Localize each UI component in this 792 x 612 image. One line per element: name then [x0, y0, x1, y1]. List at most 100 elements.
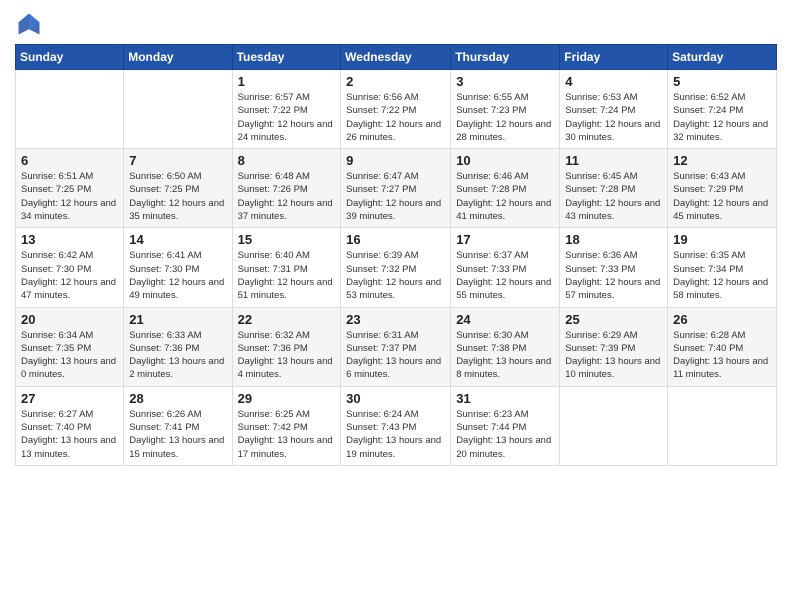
day-detail: Sunrise: 6:37 AM Sunset: 7:33 PM Dayligh…	[456, 249, 554, 302]
calendar-body: 1Sunrise: 6:57 AM Sunset: 7:22 PM Daylig…	[16, 70, 777, 466]
day-detail: Sunrise: 6:31 AM Sunset: 7:37 PM Dayligh…	[346, 329, 445, 382]
weekday-header-row: SundayMondayTuesdayWednesdayThursdayFrid…	[16, 45, 777, 70]
day-number: 30	[346, 391, 445, 406]
day-number: 11	[565, 153, 662, 168]
calendar-cell: 24 Sunrise: 6:30 AM Sunset: 7:38 PM Dayli…	[451, 307, 560, 386]
calendar-cell: 11 Sunrise: 6:45 AM Sunset: 7:28 PM Dayli…	[560, 149, 668, 228]
day-detail: Sunrise: 6:42 AM Sunset: 7:30 PM Dayligh…	[21, 249, 118, 302]
calendar-cell: 16 Sunrise: 6:39 AM Sunset: 7:32 PM Dayli…	[341, 228, 451, 307]
day-number: 25	[565, 312, 662, 327]
weekday-header-thursday: Thursday	[451, 45, 560, 70]
calendar-cell: 31 Sunrise: 6:23 AM Sunset: 7:44 PM Dayli…	[451, 386, 560, 465]
day-detail: Sunrise: 6:29 AM Sunset: 7:39 PM Dayligh…	[565, 329, 662, 382]
day-number: 15	[238, 232, 336, 247]
header	[15, 10, 777, 38]
weekday-header-wednesday: Wednesday	[341, 45, 451, 70]
calendar-week-5: 27 Sunrise: 6:27 AM Sunset: 7:40 PM Dayli…	[16, 386, 777, 465]
day-detail: Sunrise: 6:50 AM Sunset: 7:25 PM Dayligh…	[129, 170, 226, 223]
day-detail: Sunrise: 6:56 AM Sunset: 7:22 PM Dayligh…	[346, 91, 445, 144]
calendar-cell: 19 Sunrise: 6:35 AM Sunset: 7:34 PM Dayli…	[668, 228, 777, 307]
day-detail: Sunrise: 6:35 AM Sunset: 7:34 PM Dayligh…	[673, 249, 771, 302]
calendar-cell: 8 Sunrise: 6:48 AM Sunset: 7:26 PM Daylig…	[232, 149, 341, 228]
calendar-cell: 2 Sunrise: 6:56 AM Sunset: 7:22 PM Daylig…	[341, 70, 451, 149]
day-detail: Sunrise: 6:48 AM Sunset: 7:26 PM Dayligh…	[238, 170, 336, 223]
day-detail: Sunrise: 6:26 AM Sunset: 7:41 PM Dayligh…	[129, 408, 226, 461]
day-number: 2	[346, 74, 445, 89]
weekday-header-saturday: Saturday	[668, 45, 777, 70]
day-number: 24	[456, 312, 554, 327]
day-number: 16	[346, 232, 445, 247]
day-detail: Sunrise: 6:30 AM Sunset: 7:38 PM Dayligh…	[456, 329, 554, 382]
day-number: 8	[238, 153, 336, 168]
calendar-cell	[124, 70, 232, 149]
day-detail: Sunrise: 6:47 AM Sunset: 7:27 PM Dayligh…	[346, 170, 445, 223]
calendar-cell: 6Sunrise: 6:51 AM Sunset: 7:25 PM Daylig…	[16, 149, 124, 228]
day-detail: Sunrise: 6:55 AM Sunset: 7:23 PM Dayligh…	[456, 91, 554, 144]
day-detail: Sunrise: 6:41 AM Sunset: 7:30 PM Dayligh…	[129, 249, 226, 302]
day-detail: Sunrise: 6:39 AM Sunset: 7:32 PM Dayligh…	[346, 249, 445, 302]
day-detail: Sunrise: 6:23 AM Sunset: 7:44 PM Dayligh…	[456, 408, 554, 461]
calendar-cell: 10 Sunrise: 6:46 AM Sunset: 7:28 PM Dayli…	[451, 149, 560, 228]
day-number: 29	[238, 391, 336, 406]
day-detail: Sunrise: 6:27 AM Sunset: 7:40 PM Dayligh…	[21, 408, 118, 461]
calendar-cell: 15 Sunrise: 6:40 AM Sunset: 7:31 PM Dayli…	[232, 228, 341, 307]
day-detail: Sunrise: 6:53 AM Sunset: 7:24 PM Dayligh…	[565, 91, 662, 144]
day-number: 12	[673, 153, 771, 168]
calendar-cell: 18Sunrise: 6:36 AM Sunset: 7:33 PM Dayli…	[560, 228, 668, 307]
calendar-cell: 1Sunrise: 6:57 AM Sunset: 7:22 PM Daylig…	[232, 70, 341, 149]
calendar-cell: 27 Sunrise: 6:27 AM Sunset: 7:40 PM Dayli…	[16, 386, 124, 465]
day-number: 7	[129, 153, 226, 168]
day-number: 1	[238, 74, 336, 89]
day-number: 28	[129, 391, 226, 406]
day-number: 4	[565, 74, 662, 89]
calendar-cell: 25 Sunrise: 6:29 AM Sunset: 7:39 PM Dayli…	[560, 307, 668, 386]
calendar-cell	[560, 386, 668, 465]
calendar-cell: 5 Sunrise: 6:52 AM Sunset: 7:24 PM Daylig…	[668, 70, 777, 149]
day-detail: Sunrise: 6:25 AM Sunset: 7:42 PM Dayligh…	[238, 408, 336, 461]
calendar-cell: 14 Sunrise: 6:41 AM Sunset: 7:30 PM Dayli…	[124, 228, 232, 307]
calendar-cell: 13 Sunrise: 6:42 AM Sunset: 7:30 PM Dayli…	[16, 228, 124, 307]
day-detail: Sunrise: 6:52 AM Sunset: 7:24 PM Dayligh…	[673, 91, 771, 144]
logo-icon	[15, 10, 43, 38]
day-number: 27	[21, 391, 118, 406]
calendar-cell: 30Sunrise: 6:24 AM Sunset: 7:43 PM Dayli…	[341, 386, 451, 465]
day-number: 13	[21, 232, 118, 247]
calendar-week-4: 20Sunrise: 6:34 AM Sunset: 7:35 PM Dayli…	[16, 307, 777, 386]
calendar-cell	[16, 70, 124, 149]
calendar-cell: 3Sunrise: 6:55 AM Sunset: 7:23 PM Daylig…	[451, 70, 560, 149]
day-number: 17	[456, 232, 554, 247]
day-number: 22	[238, 312, 336, 327]
calendar-cell: 17 Sunrise: 6:37 AM Sunset: 7:33 PM Dayli…	[451, 228, 560, 307]
calendar-week-2: 6Sunrise: 6:51 AM Sunset: 7:25 PM Daylig…	[16, 149, 777, 228]
day-number: 10	[456, 153, 554, 168]
day-number: 31	[456, 391, 554, 406]
day-detail: Sunrise: 6:51 AM Sunset: 7:25 PM Dayligh…	[21, 170, 118, 223]
calendar-cell: 12 Sunrise: 6:43 AM Sunset: 7:29 PM Dayli…	[668, 149, 777, 228]
calendar-cell: 22Sunrise: 6:32 AM Sunset: 7:36 PM Dayli…	[232, 307, 341, 386]
day-detail: Sunrise: 6:43 AM Sunset: 7:29 PM Dayligh…	[673, 170, 771, 223]
day-detail: Sunrise: 6:33 AM Sunset: 7:36 PM Dayligh…	[129, 329, 226, 382]
calendar-cell: 4 Sunrise: 6:53 AM Sunset: 7:24 PM Daylig…	[560, 70, 668, 149]
day-number: 14	[129, 232, 226, 247]
weekday-header-monday: Monday	[124, 45, 232, 70]
day-detail: Sunrise: 6:36 AM Sunset: 7:33 PM Dayligh…	[565, 249, 662, 302]
calendar-cell: 29 Sunrise: 6:25 AM Sunset: 7:42 PM Dayli…	[232, 386, 341, 465]
day-detail: Sunrise: 6:40 AM Sunset: 7:31 PM Dayligh…	[238, 249, 336, 302]
calendar-header: SundayMondayTuesdayWednesdayThursdayFrid…	[16, 45, 777, 70]
day-number: 19	[673, 232, 771, 247]
calendar-week-3: 13 Sunrise: 6:42 AM Sunset: 7:30 PM Dayli…	[16, 228, 777, 307]
calendar-cell: 28 Sunrise: 6:26 AM Sunset: 7:41 PM Dayli…	[124, 386, 232, 465]
calendar-cell: 7 Sunrise: 6:50 AM Sunset: 7:25 PM Daylig…	[124, 149, 232, 228]
calendar-cell	[668, 386, 777, 465]
calendar: SundayMondayTuesdayWednesdayThursdayFrid…	[15, 44, 777, 466]
day-number: 20	[21, 312, 118, 327]
day-number: 26	[673, 312, 771, 327]
calendar-cell: 21Sunrise: 6:33 AM Sunset: 7:36 PM Dayli…	[124, 307, 232, 386]
day-detail: Sunrise: 6:45 AM Sunset: 7:28 PM Dayligh…	[565, 170, 662, 223]
day-detail: Sunrise: 6:46 AM Sunset: 7:28 PM Dayligh…	[456, 170, 554, 223]
day-number: 9	[346, 153, 445, 168]
calendar-week-1: 1Sunrise: 6:57 AM Sunset: 7:22 PM Daylig…	[16, 70, 777, 149]
page: SundayMondayTuesdayWednesdayThursdayFrid…	[0, 0, 792, 612]
weekday-header-sunday: Sunday	[16, 45, 124, 70]
day-number: 5	[673, 74, 771, 89]
